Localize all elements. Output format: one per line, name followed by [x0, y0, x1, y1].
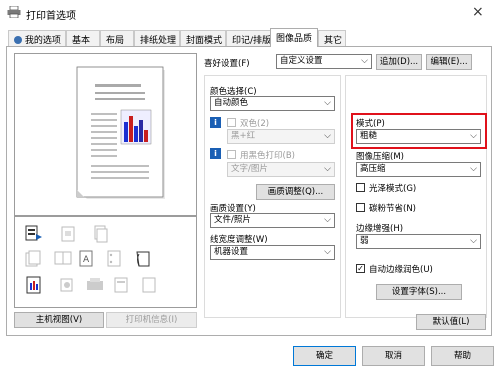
- two-color-label: 双色(2): [240, 119, 270, 129]
- printer-info-button: 打印机信息(I): [106, 312, 197, 328]
- chevron-down-icon: ⌵: [361, 56, 368, 66]
- user-icon: [14, 36, 22, 44]
- compression-select[interactable]: 高压缩 ⌵: [356, 162, 481, 177]
- info-icon[interactable]: i: [210, 117, 221, 128]
- stamp-icon: [60, 278, 73, 292]
- close-button[interactable]: ×: [472, 4, 484, 20]
- info-icon[interactable]: i: [210, 148, 221, 159]
- favorite-setting-label: 喜好设置(F): [204, 59, 250, 69]
- cancel-button[interactable]: 取消: [362, 346, 425, 366]
- black-print-select: 文字/图片 ⌵: [227, 162, 335, 177]
- tab-my-options[interactable]: 我的选项: [8, 30, 66, 46]
- gloss-mode-checkbox[interactable]: [356, 183, 365, 192]
- hole-punch-icon: [107, 250, 121, 267]
- tab-basic[interactable]: 基本: [66, 30, 100, 46]
- line-width-label: 线宽度调整(W): [210, 235, 268, 245]
- quality-adjust-button[interactable]: 画质调整(Q)...: [256, 184, 335, 200]
- chevron-down-icon: ⌵: [324, 247, 331, 257]
- black-print-label: 用黑色打印(B): [240, 151, 295, 161]
- auto-trapping-checkbox[interactable]: ✓: [356, 264, 365, 273]
- black-print-checkbox: [227, 150, 236, 159]
- auto-trapping-label: 自动边缘润色(U): [369, 265, 433, 275]
- chevron-down-icon: ⌵: [470, 164, 477, 174]
- copies-icon: [25, 250, 41, 267]
- compression-label: 图像压缩(M): [356, 152, 404, 162]
- chevron-down-icon: ⌵: [324, 164, 331, 174]
- tab-other[interactable]: 其它: [318, 30, 346, 46]
- mode-label: 模式(P): [356, 119, 385, 129]
- page-preview-image: [76, 66, 165, 199]
- chevron-down-icon: ⌵: [470, 131, 477, 141]
- chevron-down-icon: ⌵: [324, 131, 331, 141]
- ok-button[interactable]: 确定: [293, 346, 356, 366]
- printer-app-icon: [7, 6, 21, 18]
- toner-save-checkbox[interactable]: [356, 203, 365, 212]
- duplex-icon: [94, 225, 108, 243]
- tab-stamp[interactable]: 印记/排版: [226, 30, 272, 46]
- image-setting-select[interactable]: 文件/照片 ⌵: [210, 213, 335, 228]
- mode-select[interactable]: 粗糙 ⌵: [356, 129, 481, 144]
- gloss-mode-label: 光泽模式(G): [369, 184, 417, 194]
- edge-enhance-label: 边缘增强(H): [356, 224, 404, 234]
- preview-area: [14, 53, 197, 216]
- tab-layout[interactable]: 布局: [100, 30, 134, 46]
- two-color-checkbox: [227, 118, 236, 127]
- finisher-icon: [87, 278, 103, 290]
- layout-icon: [25, 225, 42, 241]
- tab-image-quality[interactable]: 图像品质: [270, 28, 318, 47]
- edit-button[interactable]: 编辑(E)...: [426, 54, 472, 70]
- color-select[interactable]: 自动颜色 ⌵: [210, 96, 335, 111]
- help-button[interactable]: 帮助: [431, 346, 494, 366]
- staple-icon: [61, 226, 75, 242]
- window-title: 打印首选项: [26, 11, 76, 22]
- text-icon: A: [79, 250, 93, 267]
- toner-save-label: 碳粉节省(N): [369, 204, 416, 214]
- favorite-setting-select[interactable]: 自定义设置 ⌵: [276, 54, 372, 69]
- default-button[interactable]: 默认值(L): [416, 314, 486, 330]
- chevron-down-icon: ⌵: [324, 98, 331, 108]
- host-view-button[interactable]: 主机视图(V): [14, 312, 104, 328]
- page-curl-icon: [136, 251, 150, 267]
- tab-cover-mode[interactable]: 封面模式: [180, 30, 226, 46]
- tray-icon: [142, 277, 156, 293]
- booklet-icon: [54, 251, 72, 265]
- add-button[interactable]: 追加(D)...: [376, 54, 422, 70]
- image-output-group: [345, 75, 487, 318]
- edge-enhance-select[interactable]: 弱 ⌵: [356, 234, 481, 249]
- chevron-down-icon: ⌵: [470, 236, 477, 246]
- two-color-select: 黑+红 ⌵: [227, 129, 335, 144]
- svg-text:A: A: [83, 255, 90, 265]
- tab-finishing[interactable]: 排纸处理: [134, 30, 180, 46]
- color-page-icon: [26, 276, 41, 294]
- chevron-down-icon: ⌵: [324, 215, 331, 225]
- font-settings-button[interactable]: 设置字体(S)...: [376, 284, 462, 300]
- output-tray-icon: [114, 277, 128, 293]
- line-width-select[interactable]: 机器设置 ⌵: [210, 245, 335, 260]
